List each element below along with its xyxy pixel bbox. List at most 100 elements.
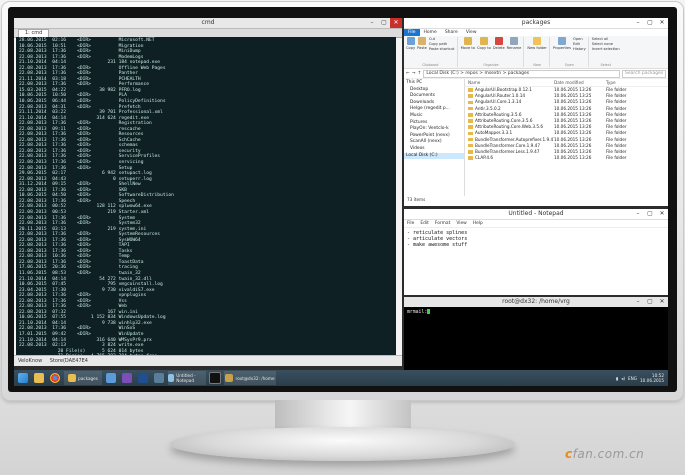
taskbar-packages[interactable]: packages (64, 371, 102, 385)
cmd-line: 31.12.2014 09:15 <DIR> ShellNew (19, 182, 141, 188)
menu-view[interactable]: View (462, 30, 481, 35)
taskbar-notepad[interactable]: Untitled - Notepad (168, 371, 206, 385)
properties-button[interactable]: Properties (553, 37, 571, 52)
copy-icon (406, 37, 415, 45)
file-row[interactable]: CLAP.4.6 10.06.2015 13:26 File folder (465, 155, 668, 161)
delete-icon (494, 37, 503, 45)
notepad-menu-format[interactable]: Format (432, 221, 453, 226)
move-to-button[interactable]: Move to (461, 37, 475, 50)
close-icon[interactable]: ✕ (656, 209, 668, 219)
minimize-icon[interactable]: – (632, 18, 644, 28)
nav-item[interactable]: This PC (404, 80, 464, 87)
cmd-line: 10.06.2015 06:44 <DIR> PolicyDefinitions (19, 99, 166, 105)
history-button[interactable]: History (573, 47, 586, 52)
file-name: AttributeRouting.Core.3.5.6 (475, 117, 533, 123)
up-icon[interactable]: ↑ (418, 71, 422, 76)
cmd-line: 22.08.2013 17:36 <DIR> Setup (19, 165, 133, 171)
back-icon[interactable]: ← (406, 71, 410, 76)
nav-item[interactable]: Local Disk (C:) (404, 152, 464, 160)
close-icon[interactable]: ✕ (390, 18, 402, 28)
cmd-line: 22.08.2013 17:36 <DIR> System32 (19, 221, 141, 227)
explorer-titlebar[interactable]: packages – ▢ ✕ (404, 18, 668, 29)
watermark: cfan.com.cn (565, 447, 645, 461)
taskbar-ssh[interactable]: root@dx32: /home (224, 371, 276, 385)
nav-item[interactable]: Documents (404, 93, 464, 100)
notepad-titlebar[interactable]: Untitled - Notepad – ▢ ✕ (404, 209, 668, 220)
nav-item[interactable]: PlayOn: Ventclo-k (404, 126, 464, 133)
explorer-menubar: File Home Share View (404, 29, 668, 36)
notepad-menu-file[interactable]: File (404, 221, 417, 226)
maximize-icon[interactable]: ▢ (644, 297, 656, 307)
putty-icon (225, 374, 234, 382)
minimize-icon[interactable]: – (632, 297, 644, 307)
folder-icon (468, 131, 473, 136)
search-input[interactable]: Search packages (622, 69, 666, 78)
notepad-window-controls: – ▢ ✕ (632, 209, 668, 219)
terminal-titlebar[interactable]: root@dx32: /home/vrg – ▢ ✕ (404, 297, 668, 307)
nav-item[interactable]: ScanAll (nevx) (404, 139, 464, 146)
ribbon-group-organize: Move to Copy to Delete Rename Organize (461, 37, 525, 67)
nav-item[interactable]: Music (404, 113, 464, 120)
language-indicator[interactable]: ENG (628, 376, 637, 381)
cmd-line: 22.08.2013 17:36 <DIR> Performance (19, 82, 149, 88)
ribbon-group-select: Select all Select none Invert selection … (592, 37, 622, 67)
terminal-console[interactable]: mrmail: (404, 307, 668, 317)
taskbar-store[interactable] (104, 371, 118, 385)
invert-selection-button[interactable]: Invert selection (592, 47, 620, 52)
new-folder-button[interactable]: New folder (527, 37, 547, 50)
minimize-icon[interactable]: – (366, 18, 378, 28)
rename-button[interactable]: Rename (507, 37, 521, 50)
cmd-output: 28.06.2015 02:16 <DIR> Microsoft.NET 10.… (16, 37, 396, 355)
nav-item[interactable]: Helge (regedit p... (404, 106, 464, 113)
navigation-pane: This PC Desktop Documents Downloads Helge (r… (404, 79, 465, 196)
nav-item[interactable]: Videos (404, 146, 464, 153)
copy-button[interactable]: Copy (406, 37, 415, 52)
menu-home[interactable]: Home (420, 30, 441, 35)
powershell-icon (138, 373, 148, 383)
taskbar-powershell[interactable] (136, 371, 150, 385)
cmd-line: 23.04.2015 17:30 9 730 vivaldiS7.exe (19, 287, 155, 293)
cmd-console[interactable]: 28.06.2015 02:16 <DIR> Microsoft.NET 10.… (16, 37, 396, 355)
taskbar-chrome[interactable] (48, 371, 62, 385)
paste-button[interactable]: Paste (417, 37, 427, 52)
file-name: AngularUI.Bootstrap.0.12.1 (475, 87, 532, 92)
copy-to-button[interactable]: Copy to (477, 37, 491, 50)
volume-icon[interactable]: ◂) (621, 376, 625, 381)
notepad-menu-help[interactable]: Help (470, 221, 486, 226)
notepad-menu-view[interactable]: View (453, 221, 469, 226)
cmd-line: 22.08.2013 00:52 128 112 splwow64.exe (19, 204, 152, 210)
notepad-menu-edit[interactable]: Edit (417, 221, 432, 226)
notepad-text-area[interactable]: - reticulate splines - articulate vector… (404, 228, 668, 250)
cmd-line: 21.11.2014 03:22 39 701 Professional.xml (19, 110, 163, 116)
cmd-line: 22.08.2013 17:36 <DIR> Resources (19, 132, 144, 138)
delete-button[interactable]: Delete (493, 37, 505, 50)
open-group-label: Open (564, 63, 574, 67)
close-icon[interactable]: ✕ (656, 18, 668, 28)
store-icon (106, 373, 116, 383)
address-bar[interactable]: Local Disk (C:) > repos > msextn > packa… (423, 69, 620, 78)
minimize-icon[interactable]: – (632, 209, 644, 219)
taskbar-explorer[interactable] (32, 371, 46, 385)
maximize-icon[interactable]: ▢ (644, 18, 656, 28)
menu-file[interactable]: File (404, 29, 420, 36)
close-icon[interactable]: ✕ (656, 297, 668, 307)
taskbar-visual-studio[interactable] (120, 371, 134, 385)
paste-shortcut-button[interactable]: Paste shortcut (429, 47, 455, 52)
cmd-titlebar[interactable]: cmd – ▢ ✕ (14, 18, 402, 29)
column-name[interactable]: Name (465, 79, 554, 86)
maximize-icon[interactable]: ▢ (378, 18, 390, 28)
folder-icon (34, 373, 44, 383)
clock[interactable]: 10:52 10.06.2015 (640, 373, 664, 383)
cmd-line: 22.08.2013 17:36 <DIR> Vss (19, 298, 127, 304)
maximize-icon[interactable]: ▢ (644, 209, 656, 219)
cmd-tab[interactable]: 1: cmd (18, 29, 50, 37)
taskbar-terminal[interactable] (208, 371, 222, 385)
new-group-label: New (533, 63, 541, 67)
forward-icon[interactable]: → (412, 71, 416, 76)
menu-share[interactable]: Share (441, 30, 462, 35)
network-icon[interactable]: ▮ (616, 376, 618, 381)
taskbar-app[interactable] (152, 371, 166, 385)
column-date[interactable]: Date modified (554, 79, 606, 86)
column-type[interactable]: Type (606, 79, 646, 86)
start-button[interactable] (16, 371, 30, 385)
